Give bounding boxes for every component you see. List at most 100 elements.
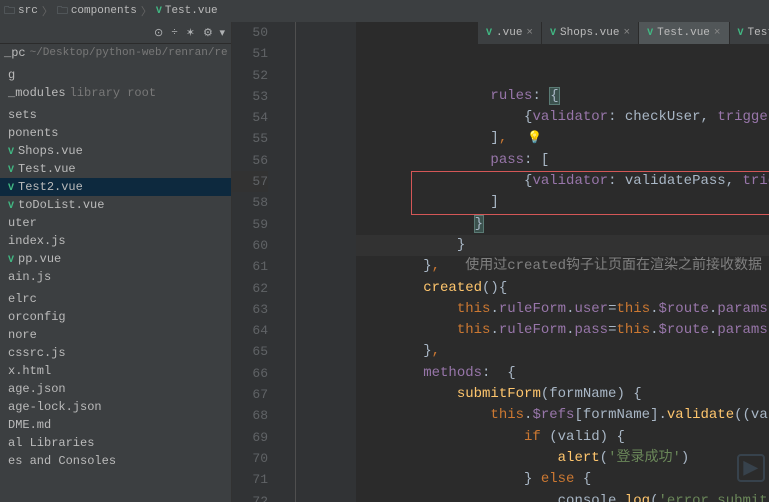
code-line[interactable]: ] [356, 192, 769, 213]
code-line[interactable]: ], [356, 128, 769, 149]
tree-item[interactable]: ponents [0, 124, 231, 142]
close-icon[interactable]: × [714, 27, 721, 39]
tree-item[interactable]: al Libraries [0, 434, 231, 452]
line-number[interactable]: 72 [232, 491, 268, 502]
editor-tab[interactable]: VShops.vue × [542, 22, 639, 44]
tree-item[interactable]: sets [0, 106, 231, 124]
code-line[interactable]: submitForm(formName) { [356, 384, 769, 405]
tree-item[interactable]: uter [0, 214, 231, 232]
code-line[interactable]: this.ruleForm.user=this.$route.params.us… [356, 299, 769, 320]
code-line[interactable]: this.$refs[formName].validate((valid) => [356, 405, 769, 426]
line-number[interactable]: 54 [232, 107, 268, 128]
watermark-icon: ▶ [737, 454, 765, 482]
code-line[interactable]: rules: { [356, 86, 769, 107]
code-line[interactable]: created(){ [356, 278, 769, 299]
breadcrumb: 🗀src 〉 🗀components 〉 VTest.vue [0, 0, 769, 22]
tree-item[interactable]: pp.vue [0, 250, 231, 268]
code-line[interactable]: } else { [356, 469, 769, 490]
project-sidebar: ⊙ ÷ ✶ ⚙ ▾ _pc ~/Desktop/python-web/renra… [0, 0, 232, 502]
line-number[interactable]: 57 [232, 171, 268, 192]
code-line[interactable]: } [356, 214, 769, 235]
line-number[interactable]: 62 [232, 278, 268, 299]
editor-tab[interactable]: V.vue × [478, 22, 542, 44]
line-number[interactable]: 70 [232, 448, 268, 469]
tree-item[interactable]: toDoList.vue [0, 196, 231, 214]
tree-item[interactable]: ain.js [0, 268, 231, 286]
line-number[interactable]: 68 [232, 405, 268, 426]
breadcrumb-item[interactable]: VTest.vue [156, 5, 218, 17]
line-number[interactable]: 71 [232, 469, 268, 490]
line-number[interactable]: 69 [232, 427, 268, 448]
line-number[interactable]: 50 [232, 22, 268, 43]
line-number[interactable]: 64 [232, 320, 268, 341]
tree-item[interactable]: DME.md [0, 416, 231, 434]
line-number[interactable]: 67 [232, 384, 268, 405]
fold-gutter[interactable] [282, 22, 296, 502]
tree-item[interactable]: Test2.vue [0, 178, 231, 196]
marker-gutter [296, 22, 356, 502]
line-number[interactable]: 65 [232, 341, 268, 362]
code-line[interactable]: pass: [ [356, 150, 769, 171]
code-area[interactable]: 5051525354555657585960616263646566676869… [232, 22, 769, 502]
code-line[interactable]: {validator: checkUser, trigger: [356, 107, 769, 128]
editor-tab[interactable]: VTest.vue × [639, 22, 729, 44]
code-line[interactable]: }, 使用过created钩子让页面在渲染之前接收数据 [356, 256, 769, 277]
tree-item[interactable]: Shops.vue [0, 142, 231, 160]
line-number[interactable]: 60 [232, 235, 268, 256]
editor-tab[interactable]: VTest2.vue × [730, 22, 769, 44]
vue-icon: V [550, 28, 556, 39]
gear-icon[interactable]: ⚙ ▾ [203, 26, 225, 40]
line-number[interactable]: 51 [232, 43, 268, 64]
code-content[interactable]: rules: { {validator: checkUser, trigger:… [356, 22, 769, 502]
vue-icon: V [647, 28, 653, 39]
line-number[interactable]: 66 [232, 363, 268, 384]
line-number[interactable]: 58 [232, 192, 268, 213]
file-tree: g_modules library root setsponentsShops.v… [0, 62, 231, 502]
tree-item[interactable]: age-lock.json [0, 398, 231, 416]
target-icon[interactable]: ⊙ [154, 26, 163, 40]
line-number[interactable]: 55 [232, 128, 268, 149]
line-number[interactable]: 63 [232, 299, 268, 320]
tree-item[interactable]: _modules library root [0, 84, 231, 102]
breadcrumb-separator: 〉 [42, 3, 53, 19]
folder-icon: 🗀 [4, 2, 15, 21]
tree-item[interactable]: cssrc.js [0, 344, 231, 362]
breadcrumb-item[interactable]: 🗀components [57, 2, 137, 21]
code-line[interactable]: if (valid) { [356, 427, 769, 448]
breadcrumb-item[interactable]: 🗀src [4, 2, 38, 21]
code-line[interactable]: {validator: validatePass, trigger [356, 171, 769, 192]
close-icon[interactable]: × [526, 27, 533, 39]
tree-item[interactable]: Test.vue [0, 160, 231, 178]
intention-bulb-icon[interactable]: 💡 [527, 130, 542, 145]
sidebar-toolbar: ⊙ ÷ ✶ ⚙ ▾ [0, 22, 231, 44]
line-number[interactable]: 52 [232, 65, 268, 86]
vue-icon: V [156, 6, 162, 17]
code-line[interactable]: } [356, 235, 769, 256]
tree-item[interactable]: index.js [0, 232, 231, 250]
collapse-icon[interactable]: ÷ [171, 27, 178, 39]
code-line[interactable]: this.ruleForm.pass=this.$route.params.pa… [356, 320, 769, 341]
code-line[interactable]: }, [356, 341, 769, 362]
watermark: ▶ 懂视 [737, 454, 769, 482]
code-line[interactable]: console.log('error submit!!'); [356, 491, 769, 502]
vue-icon: V [486, 28, 492, 39]
close-icon[interactable]: × [623, 27, 630, 39]
editor-tabs: V.vue ×VShops.vue ×VTest.vue ×VTest2.vue… [478, 22, 769, 44]
line-number[interactable]: 61 [232, 256, 268, 277]
tree-item[interactable]: age.json [0, 380, 231, 398]
line-number[interactable]: 53 [232, 86, 268, 107]
tree-item[interactable]: nore [0, 326, 231, 344]
code-line[interactable]: methods: { [356, 363, 769, 384]
tree-item[interactable]: g [0, 66, 231, 84]
folder-icon: 🗀 [57, 2, 68, 21]
tree-item[interactable]: es and Consoles [0, 452, 231, 470]
settings-icon[interactable]: ✶ [186, 26, 195, 40]
tree-item[interactable]: x.html [0, 362, 231, 380]
editor-pane: V.vue ×VShops.vue ×VTest.vue ×VTest2.vue… [232, 0, 769, 502]
project-root[interactable]: _pc ~/Desktop/python-web/renran/renran_p… [0, 44, 231, 62]
line-number[interactable]: 56 [232, 150, 268, 171]
tree-item[interactable]: orconfig [0, 308, 231, 326]
code-line[interactable]: alert('登录成功') [356, 448, 769, 469]
line-number[interactable]: 59 [232, 214, 268, 235]
tree-item[interactable]: elrc [0, 290, 231, 308]
